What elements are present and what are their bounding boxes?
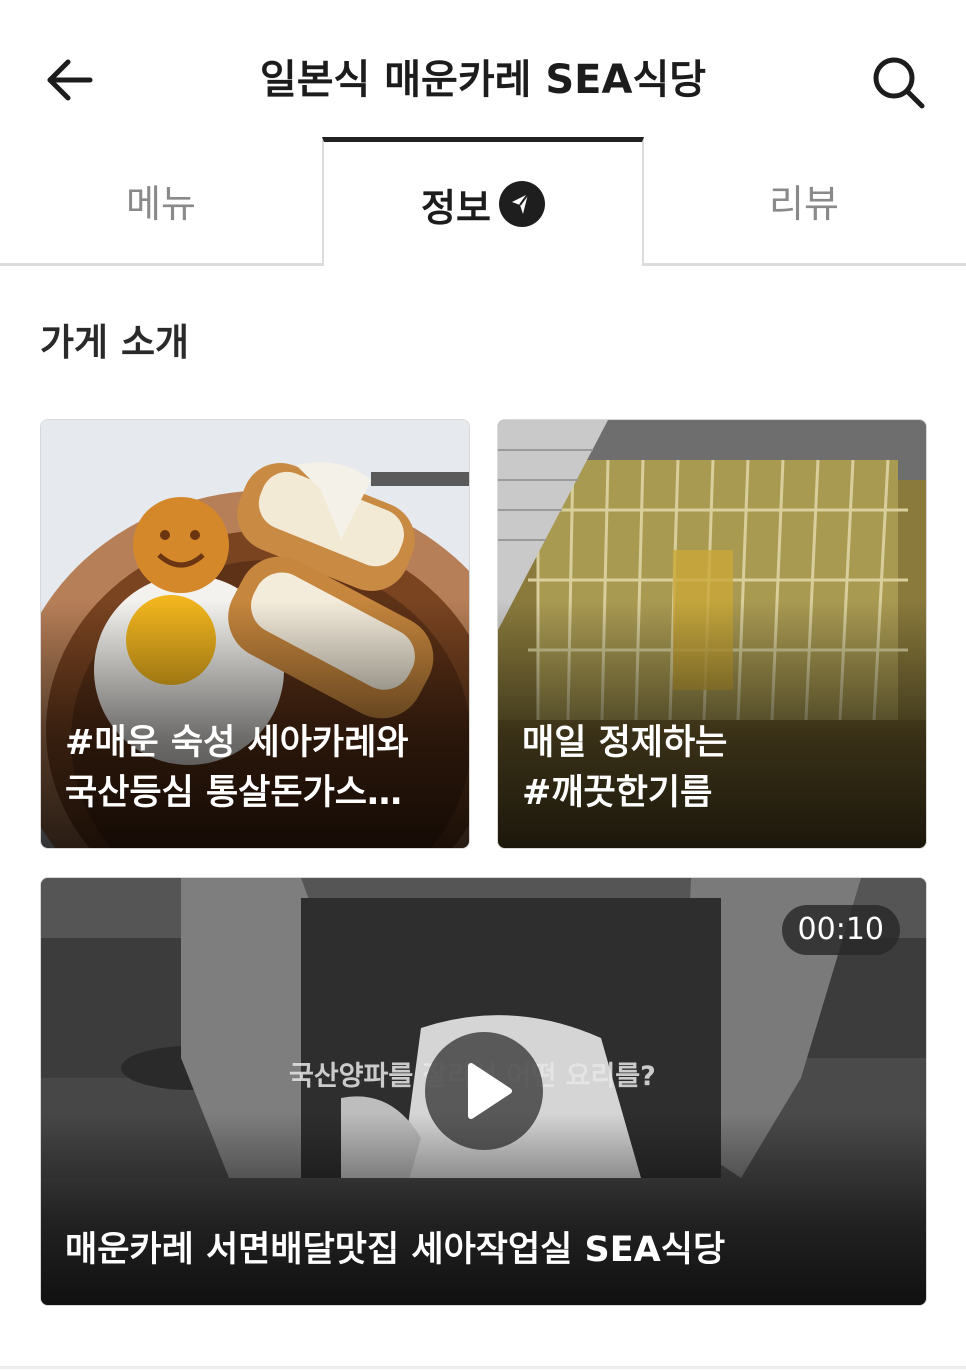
card-caption: 매일 정제하는 #깨끗한기름 [522,718,904,818]
tab-menu[interactable]: 메뉴 [0,137,322,266]
divider [0,1366,966,1369]
search-icon [873,57,925,109]
card-caption: #매운 숙성 세아카레와 국산등심 통살돈가스… [65,718,447,818]
intro-card-oil[interactable]: 매일 정제하는 #깨끗한기름 [497,419,927,849]
intro-card-curry[interactable]: #매운 숙성 세아카레와 국산등심 통살돈가스… [40,419,470,849]
megaphone-icon [498,181,545,227]
tab-info[interactable]: 정보 [322,137,644,266]
intro-video-card[interactable]: 국산양파를 잘라서 어떤 요리를? 00:10 매운카레 서면배달맛집 세아작업… [40,877,927,1306]
tab-review[interactable]: 리뷰 [642,137,966,266]
tab-review-label: 리뷰 [769,181,839,226]
card-caption-line1: #매운 숙성 세아카레와 [65,723,409,763]
arrow-left-icon [47,59,93,101]
back-button[interactable] [42,52,98,108]
search-button[interactable] [868,52,928,112]
play-button[interactable] [425,1032,543,1150]
video-caption: 매운카레 서면배달맛집 세아작업실 SEA식당 [65,1225,904,1275]
tab-bar: 메뉴 정보 리뷰 [0,137,966,267]
app-header: 일본식 매운카레 SEA식당 [0,0,966,140]
tab-menu-label: 메뉴 [126,181,196,226]
card-caption-line2: 국산등심 통살돈가스… [65,773,402,813]
play-icon [468,1063,512,1119]
video-caption-text: 매운카레 서면배달맛집 세아작업실 SEA식당 [65,1230,726,1270]
card-caption-line2: #깨끗한기름 [522,773,713,813]
card-caption-line1: 매일 정제하는 [522,723,728,763]
tab-info-label: 정보 [421,185,491,230]
section-title: 가게 소개 [40,321,190,364]
page-title: 일본식 매운카레 SEA식당 [259,57,707,103]
video-duration-badge: 00:10 [781,905,900,955]
